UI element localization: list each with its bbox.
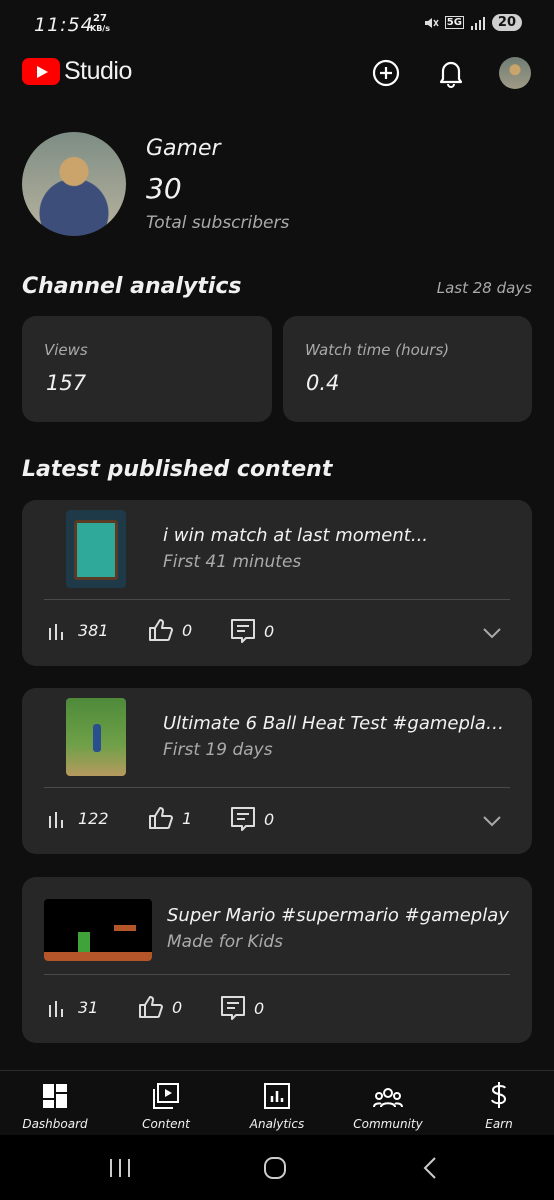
network-speed: 27 KB/s: [90, 13, 110, 34]
likes-metric: 0: [148, 618, 192, 642]
add-circle-icon: [372, 59, 400, 87]
battery-level: 20: [491, 14, 522, 31]
expand-button[interactable]: [482, 812, 502, 831]
back-button[interactable]: [422, 1156, 438, 1184]
thumbs-up-icon: [149, 807, 173, 829]
nav-earn[interactable]: Earn: [449, 1079, 549, 1131]
channel-avatar: [22, 132, 126, 236]
comments-metric: 0: [220, 995, 264, 1021]
content-item[interactable]: Super Mario #supermario #gameplay Made f…: [22, 877, 532, 1043]
watch-time-card[interactable]: Watch time (hours) 0.4: [283, 316, 532, 422]
latest-content-title: Latest published content: [22, 457, 333, 482]
mute-icon: [424, 17, 439, 28]
chevron-down-icon: [483, 816, 501, 827]
bell-icon: [439, 61, 463, 88]
back-icon: [423, 1157, 436, 1179]
divider: [44, 974, 510, 975]
views-metric: 122: [48, 808, 109, 828]
subscriber-count: 30: [146, 172, 182, 205]
create-button[interactable]: [370, 57, 402, 89]
watch-time-value: 0.4: [306, 371, 340, 395]
clock: 11:54: [34, 14, 94, 36]
thumbs-up-icon: [139, 996, 163, 1018]
comment-icon: [231, 619, 255, 643]
views-card[interactable]: Views 157: [22, 316, 272, 422]
views-metric: 381: [48, 620, 109, 640]
likes-metric: 1: [148, 806, 192, 830]
bar-chart-icon: [49, 812, 63, 828]
comment-icon: [231, 807, 255, 831]
signal-icon: [470, 16, 485, 30]
video-title: i win match at last moment...: [163, 525, 429, 546]
bottom-navigation: Dashboard Content Analytics Community Ea…: [0, 1070, 554, 1135]
notifications-button[interactable]: [435, 57, 467, 89]
video-thumbnail[interactable]: [66, 698, 126, 776]
youtube-logo-icon: [22, 58, 60, 85]
likes-metric: 0: [138, 995, 182, 1019]
subscriber-label: Total subscribers: [146, 213, 290, 233]
nav-dashboard[interactable]: Dashboard: [5, 1079, 105, 1131]
views-label: Views: [44, 341, 88, 359]
analytics-title: Channel analytics: [22, 274, 242, 299]
comment-icon: [221, 996, 245, 1020]
comments-metric: 0: [230, 806, 274, 832]
home-icon: [264, 1157, 286, 1179]
divider: [44, 787, 510, 788]
divider: [44, 599, 510, 600]
recents-icon: [110, 1159, 130, 1177]
bar-chart-icon: [49, 624, 63, 640]
watch-time-label: Watch time (hours): [305, 341, 450, 359]
content-item[interactable]: Ultimate 6 Ball Heat Test #gameplay #...…: [22, 688, 532, 854]
video-thumbnail[interactable]: [44, 899, 152, 961]
comments-metric: 0: [230, 618, 274, 644]
views-value: 157: [46, 371, 87, 395]
analytics-icon: [264, 1083, 290, 1109]
thumbs-up-icon: [149, 619, 173, 641]
home-button[interactable]: [263, 1156, 287, 1184]
video-title: Super Mario #supermario #gameplay: [167, 905, 509, 926]
brand-label: Studio: [64, 57, 132, 85]
video-title: Ultimate 6 Ball Heat Test #gameplay #...: [163, 713, 513, 734]
channel-name: Gamer: [146, 136, 221, 161]
status-icons: 5G 20: [423, 14, 522, 31]
account-avatar[interactable]: [499, 57, 531, 89]
analytics-range: Last 28 days: [436, 279, 532, 297]
dollar-icon: [491, 1082, 507, 1108]
expand-button[interactable]: [482, 624, 502, 643]
content-item[interactable]: i win match at last moment... First 41 m…: [22, 500, 532, 666]
nav-community[interactable]: Community: [338, 1079, 438, 1131]
views-metric: 31: [48, 997, 98, 1017]
video-subtitle: First 19 days: [163, 740, 273, 760]
nav-content[interactable]: Content: [116, 1079, 216, 1131]
dashboard-icon: [43, 1084, 67, 1108]
bar-chart-icon: [49, 1001, 63, 1017]
recents-button[interactable]: [108, 1157, 132, 1183]
nav-analytics[interactable]: Analytics: [227, 1079, 327, 1131]
network-type: 5G: [444, 16, 464, 29]
chevron-down-icon: [483, 628, 501, 639]
video-subtitle: Made for Kids: [167, 932, 284, 952]
video-subtitle: First 41 minutes: [163, 552, 302, 572]
content-icon: [153, 1083, 179, 1109]
video-thumbnail[interactable]: [66, 510, 126, 588]
youtube-studio-logo[interactable]: Studio: [22, 57, 132, 86]
community-icon: [373, 1088, 403, 1108]
status-bar: 11:54 27 KB/s 5G 20: [0, 0, 554, 50]
system-navigation-bar: [0, 1135, 554, 1200]
